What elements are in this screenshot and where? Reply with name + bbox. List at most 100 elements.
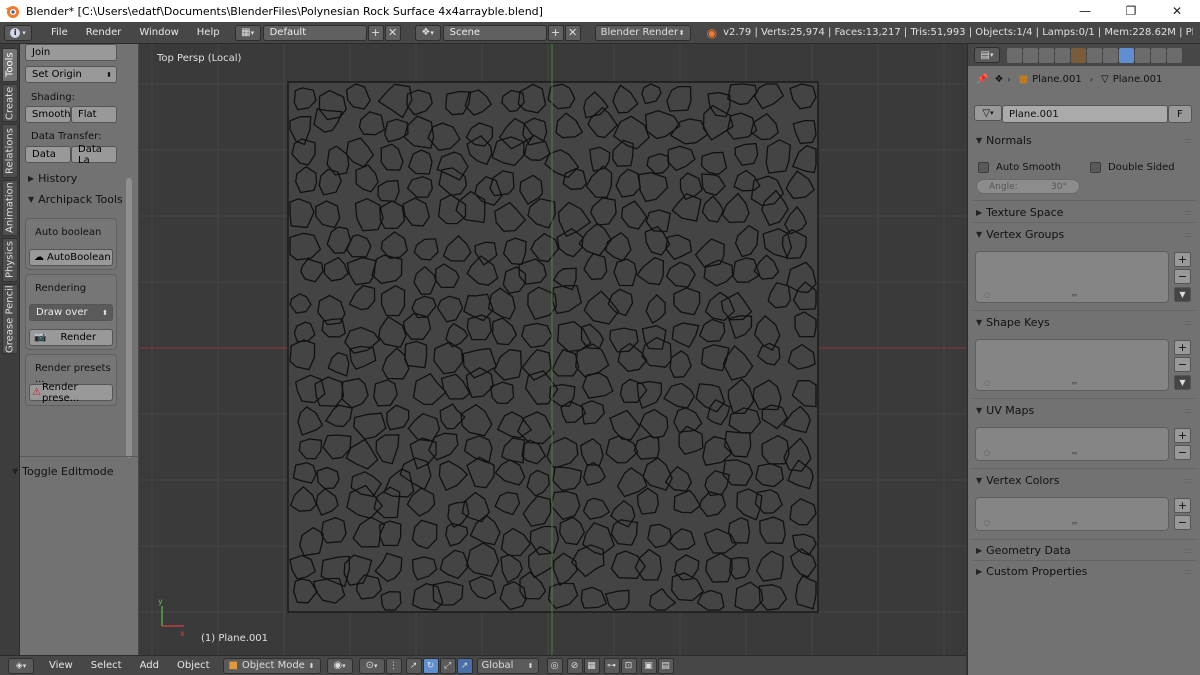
tab-relations[interactable]: Relations [2, 124, 18, 178]
toggle-editmode-panel-header[interactable]: ▼ Toggle Editmode [12, 465, 138, 478]
data-transfer-button[interactable]: Data [25, 146, 71, 163]
render-button[interactable]: 📷 Render [29, 329, 113, 346]
tab-tools[interactable]: Tools [2, 48, 18, 82]
shape-keys-list[interactable]: ○ ═ [975, 339, 1169, 391]
double-sided-checkbox[interactable]: Double Sided [1090, 162, 1175, 173]
vertex-colors-panel-header[interactable]: ▼ Vertex Colors:::: [972, 471, 1197, 489]
add-layout-button[interactable]: + [367, 24, 384, 41]
remove-vertex-group-button[interactable]: − [1174, 269, 1191, 284]
opengl-render-animation-button[interactable]: ▤ [657, 657, 674, 674]
minimize-button[interactable]: — [1062, 0, 1108, 22]
drag-grip-icon[interactable]: :::: [1184, 208, 1192, 217]
pivot-point-button[interactable]: ⊙ ▾ [358, 657, 385, 674]
pin-icon[interactable]: 📌 [976, 74, 988, 85]
angle-slider[interactable]: Angle: 30° [976, 179, 1080, 194]
remove-vertex-color-button[interactable]: − [1174, 515, 1191, 530]
render-engine-select[interactable]: Blender Render ⬍ [594, 24, 691, 41]
menu-view[interactable]: View [40, 660, 82, 671]
custom-properties-panel-header[interactable]: ▶ Custom Properties:::: [972, 562, 1197, 580]
list-resize-handle-icon[interactable]: ○ [984, 291, 990, 299]
drag-grip-icon[interactable]: :::: [1184, 318, 1192, 327]
texture-tab-icon[interactable] [1151, 47, 1166, 63]
flat-shading-button[interactable]: Flat [71, 106, 117, 123]
add-vertex-color-button[interactable]: + [1174, 498, 1191, 513]
texture-space-panel-header[interactable]: ▶ Texture Space:::: [972, 203, 1197, 221]
remove-layout-button[interactable]: ✕ [384, 24, 401, 41]
material-tab-icon[interactable] [1135, 47, 1150, 63]
list-grip-icon[interactable]: ═ [1072, 519, 1077, 528]
viewport-shading-button[interactable]: ◉ ▾ [326, 657, 353, 674]
remove-uv-map-button[interactable]: − [1174, 445, 1191, 460]
scene-browse-button[interactable]: ❖ ▾ [414, 24, 441, 41]
proportional-edit-button[interactable]: ⊶ [603, 657, 620, 674]
3d-viewport[interactable]: y x Top Persp (Local) (1) Plane.001 [140, 44, 966, 655]
render-layers-tab-icon[interactable] [1023, 47, 1038, 63]
editor-type-properties-button[interactable]: ▤ ▾ [974, 47, 1000, 63]
auto-boolean-button[interactable]: ☁ AutoBoolean [29, 249, 113, 266]
maximize-button[interactable]: ❐ [1108, 0, 1154, 22]
snap-toggle-button[interactable]: ⊘ [566, 657, 583, 674]
tool-shelf-scrollbar[interactable] [126, 178, 132, 458]
archipack-panel-header[interactable]: ▼ Archipack Tools [28, 193, 128, 206]
menu-render[interactable]: Render [77, 27, 131, 38]
uv-maps-list[interactable]: ○ ═ [975, 427, 1169, 461]
list-grip-icon[interactable]: ═ [1072, 291, 1077, 300]
rotate-manipulator-button[interactable]: ↻ [422, 657, 439, 674]
history-panel-header[interactable]: ▶ History [28, 172, 120, 185]
close-button[interactable]: ✕ [1154, 0, 1200, 22]
vertex-groups-panel-header[interactable]: ▼ Vertex Groups:::: [972, 225, 1197, 243]
list-resize-handle-icon[interactable]: ○ [984, 379, 990, 387]
fake-user-button[interactable]: F [1168, 105, 1192, 123]
shape-keys-panel-header[interactable]: ▼ Shape Keys:::: [972, 313, 1197, 331]
screen-layout-field[interactable]: Default [262, 24, 367, 41]
constraints-tab-icon[interactable] [1087, 47, 1102, 63]
data-layout-button[interactable]: Data La [71, 144, 117, 166]
scale-manipulator-button[interactable]: ⤢ [439, 657, 456, 674]
manipulator-space-button[interactable]: ↗ [456, 657, 473, 674]
remove-scene-button[interactable]: ✕ [564, 24, 581, 41]
tab-create[interactable]: Create [2, 84, 18, 122]
drag-grip-icon[interactable]: :::: [1184, 230, 1192, 239]
menu-help[interactable]: Help [188, 27, 229, 38]
object-tab-icon[interactable] [1071, 47, 1086, 63]
draw-over-select[interactable]: Draw over ⬍ [29, 304, 113, 321]
opengl-render-image-button[interactable]: ▣ [640, 657, 657, 674]
menu-select[interactable]: Select [82, 660, 131, 671]
snap-element-button[interactable]: ▦ [583, 657, 600, 674]
vertex-groups-list[interactable]: ○ ═ [975, 251, 1169, 303]
interaction-mode-select[interactable]: ■ Object Mode ⬍ [222, 657, 321, 674]
modifiers-tab-icon[interactable] [1103, 47, 1118, 63]
menu-window[interactable]: Window [130, 27, 187, 38]
join-button[interactable]: Join [25, 44, 117, 61]
auto-smooth-checkbox[interactable]: Auto Smooth [978, 162, 1061, 173]
mesh-browse-button[interactable]: ▽ ▾ [974, 105, 1002, 121]
drag-grip-icon[interactable]: :::: [1184, 476, 1192, 485]
transform-orientation-select[interactable]: Global ⬍ [476, 657, 539, 674]
list-resize-handle-icon[interactable]: ○ [984, 449, 990, 457]
scene-tab-icon[interactable] [1039, 47, 1054, 63]
viewport-canvas[interactable]: y x [140, 44, 966, 655]
particles-tab-icon[interactable] [1167, 47, 1182, 63]
vertex-group-specials-button[interactable]: ▼ [1174, 287, 1191, 302]
world-tab-icon[interactable] [1055, 47, 1070, 63]
tab-animation[interactable]: Animation [2, 180, 18, 236]
list-resize-handle-icon[interactable]: ○ [984, 519, 990, 527]
vertex-colors-list[interactable]: ○ ═ [975, 497, 1169, 531]
menu-file[interactable]: File [42, 27, 77, 38]
remove-shape-key-button[interactable]: − [1174, 357, 1191, 372]
set-origin-select[interactable]: Set Origin ⬍ [25, 66, 117, 83]
render-tab-icon[interactable] [1007, 47, 1022, 63]
drag-grip-icon[interactable]: :::: [1184, 406, 1192, 415]
menu-object[interactable]: Object [168, 660, 219, 671]
smooth-shading-button[interactable]: Smooth [25, 106, 71, 123]
drag-grip-icon[interactable]: :::: [1184, 136, 1192, 145]
manipulator-toggle-button[interactable]: ⋮ [385, 657, 402, 674]
render-presets-button[interactable]: ⚠ Render prese... [29, 382, 113, 404]
shape-key-specials-button[interactable]: ▼ [1174, 375, 1191, 390]
list-grip-icon[interactable]: ═ [1072, 449, 1077, 458]
list-grip-icon[interactable]: ═ [1072, 379, 1077, 388]
geometry-data-panel-header[interactable]: ▶ Geometry Data:::: [972, 541, 1197, 559]
mesh-name-field[interactable]: Plane.001 [1002, 105, 1168, 123]
menu-add[interactable]: Add [131, 660, 168, 671]
tab-grease-pencil[interactable]: Grease Pencil [2, 284, 18, 354]
